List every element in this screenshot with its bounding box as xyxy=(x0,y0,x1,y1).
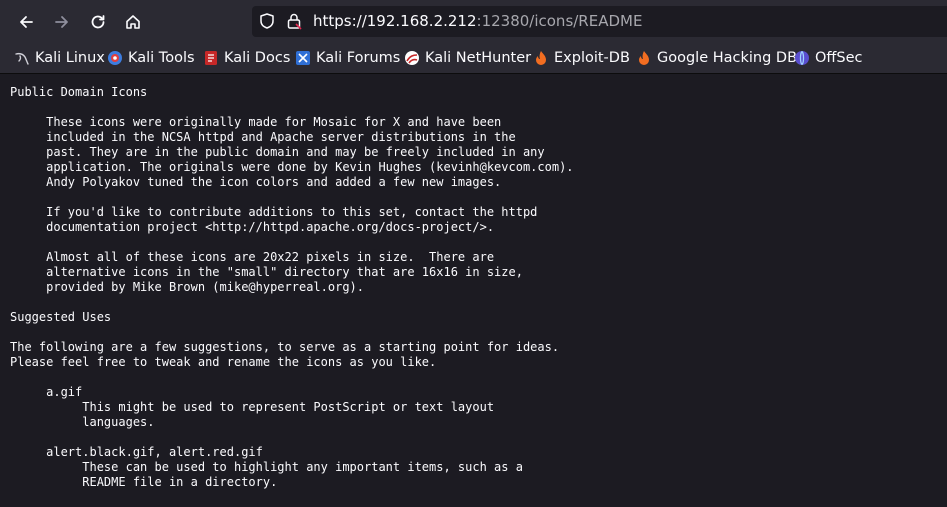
kali-forums-icon xyxy=(296,51,310,65)
browser-toolbar: https://192.168.2.212:12380/icons/README xyxy=(0,0,947,43)
bookmark-kali-tools[interactable]: Kali Tools xyxy=(107,48,195,68)
home-button[interactable] xyxy=(119,8,147,36)
page-content: Public Domain Icons These icons were ori… xyxy=(0,74,947,507)
bookmark-label: OffSec xyxy=(815,50,863,66)
bookmark-kali-nethunter[interactable]: Kali NetHunter xyxy=(404,48,531,68)
lock-icon[interactable] xyxy=(285,12,303,30)
bookmark-label: Kali Linux xyxy=(35,50,105,66)
kali-docs-icon xyxy=(205,51,217,65)
exploit-db-icon xyxy=(536,51,546,65)
reload-button[interactable] xyxy=(84,8,112,36)
nethunter-icon xyxy=(405,51,419,65)
bookmark-exploit-db[interactable]: Exploit-DB xyxy=(533,48,630,68)
bookmark-label: Google Hacking DB xyxy=(657,50,798,66)
back-button[interactable] xyxy=(12,8,40,36)
url-host: https://192.168.2.212 xyxy=(313,12,477,30)
bookmark-offsec[interactable]: OffSec xyxy=(794,48,863,68)
shield-icon[interactable] xyxy=(258,12,276,30)
bookmark-google-hacking-db[interactable]: Google Hacking DB xyxy=(636,48,797,68)
kali-tools-icon xyxy=(108,51,122,65)
bookmark-label: Kali NetHunter xyxy=(425,50,532,66)
bookmark-kali-forums[interactable]: Kali Forums xyxy=(295,48,400,68)
url-text[interactable]: https://192.168.2.212:12380/icons/README xyxy=(313,12,642,30)
bookmark-label: Kali Forums xyxy=(316,50,401,66)
bookmarks-toolbar: Kali Linux Kali Tools Kali Docs Kali For… xyxy=(0,43,947,74)
ghdb-icon xyxy=(639,51,649,65)
url-path: :12380/icons/README xyxy=(476,12,643,30)
bookmark-kali-linux[interactable]: Kali Linux xyxy=(14,48,105,68)
bookmark-label: Kali Docs xyxy=(224,50,291,66)
offsec-icon xyxy=(795,51,809,65)
bookmark-label: Exploit-DB xyxy=(554,50,630,66)
address-bar[interactable]: https://192.168.2.212:12380/icons/README xyxy=(252,6,947,37)
reload-icon xyxy=(91,15,105,29)
back-arrow-icon xyxy=(20,16,33,28)
bookmark-label: Kali Tools xyxy=(128,50,195,66)
home-icon xyxy=(126,15,140,29)
forward-button[interactable] xyxy=(48,8,76,36)
forward-arrow-icon xyxy=(55,16,68,28)
kali-dragon-icon xyxy=(15,52,29,65)
bookmark-kali-docs[interactable]: Kali Docs xyxy=(203,48,290,68)
readme-text: Public Domain Icons These icons were ori… xyxy=(10,85,574,489)
